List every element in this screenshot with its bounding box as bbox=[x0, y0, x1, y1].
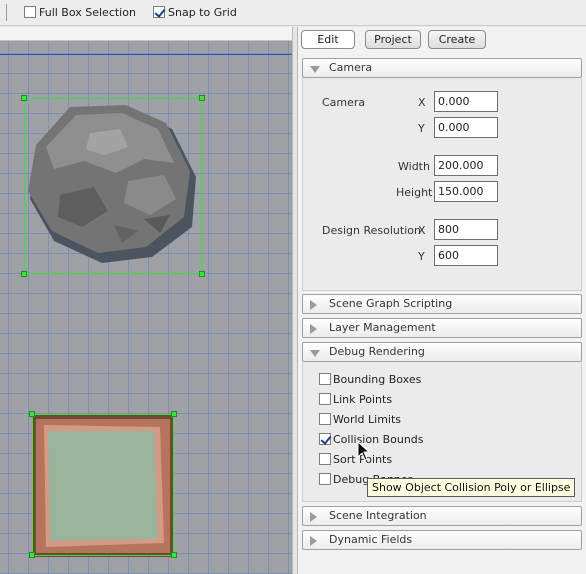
camera-y-field[interactable] bbox=[434, 117, 498, 138]
triangle-right-icon bbox=[310, 512, 317, 522]
canvas-header bbox=[0, 27, 292, 41]
checkbox-icon[interactable] bbox=[319, 433, 331, 445]
section-camera-header[interactable]: Camera bbox=[302, 58, 582, 78]
checkbox-icon[interactable] bbox=[24, 6, 36, 18]
full-box-selection-checkbox[interactable]: Full Box Selection bbox=[24, 5, 136, 19]
checkbox-icon[interactable] bbox=[319, 393, 331, 405]
link-points-label: Link Points bbox=[333, 392, 393, 406]
section-camera-body: Camera X Y Width Height Design Resolutio… bbox=[302, 78, 582, 291]
resolution-x-field[interactable] bbox=[434, 219, 498, 240]
triangle-down-icon bbox=[310, 350, 320, 357]
resize-handle-tl[interactable] bbox=[21, 95, 27, 101]
collision-bounds-label: Collision Bounds bbox=[333, 432, 424, 446]
toolbar-separator bbox=[6, 4, 7, 21]
camera-width-field[interactable] bbox=[434, 155, 498, 176]
resize-handle-bl[interactable] bbox=[29, 552, 35, 558]
mouse-pointer-icon bbox=[357, 441, 371, 461]
section-title: Scene Integration bbox=[329, 509, 427, 522]
section-title: Dynamic Fields bbox=[329, 533, 413, 546]
section-dynamic-fields-header[interactable]: Dynamic Fields bbox=[302, 530, 582, 550]
resolution-y-field[interactable] bbox=[434, 245, 498, 266]
camera-label: Camera bbox=[322, 96, 366, 109]
resize-handle-br[interactable] bbox=[171, 552, 177, 558]
resize-handle-bl[interactable] bbox=[21, 271, 27, 277]
snap-to-grid-checkbox[interactable]: Snap to Grid bbox=[153, 5, 237, 19]
bounding-boxes-label: Bounding Boxes bbox=[333, 372, 422, 386]
tile-selection-box bbox=[32, 414, 174, 556]
camera-x-field[interactable] bbox=[434, 91, 498, 112]
camera-y-label: Y bbox=[418, 122, 425, 135]
link-points-checkbox[interactable]: Link Points bbox=[319, 392, 392, 406]
tab-edit[interactable]: Edit bbox=[301, 30, 355, 49]
resize-handle-tl[interactable] bbox=[29, 411, 35, 417]
rock-selection-box bbox=[24, 98, 202, 274]
resolution-y-label: Y bbox=[418, 250, 425, 263]
camera-height-label: Height bbox=[396, 186, 433, 199]
sort-points-checkbox[interactable]: Sort Points bbox=[319, 452, 392, 466]
bounding-boxes-checkbox[interactable]: Bounding Boxes bbox=[319, 372, 421, 386]
camera-x-label: X bbox=[418, 96, 426, 109]
resize-handle-br[interactable] bbox=[199, 271, 205, 277]
resize-handle-tr[interactable] bbox=[171, 411, 177, 417]
checkbox-icon[interactable] bbox=[153, 6, 165, 18]
tooltip: Show Object Collision Poly or Ellipse bbox=[367, 478, 576, 497]
resize-handle-tr[interactable] bbox=[199, 95, 205, 101]
triangle-down-icon bbox=[310, 66, 320, 73]
checkbox-icon[interactable] bbox=[319, 453, 331, 465]
checkbox-icon[interactable] bbox=[319, 373, 331, 385]
tab-project[interactable]: Project bbox=[365, 30, 421, 49]
triangle-right-icon bbox=[310, 536, 317, 546]
tab-create[interactable]: Create bbox=[428, 30, 486, 49]
world-limit-line bbox=[0, 54, 292, 55]
section-title: Camera bbox=[329, 61, 373, 74]
section-scene-graph-scripting-header[interactable]: Scene Graph Scripting bbox=[302, 294, 582, 314]
snap-to-grid-label: Snap to Grid bbox=[168, 5, 237, 19]
section-title: Debug Rendering bbox=[329, 345, 425, 358]
design-resolution-label: Design Resolution bbox=[322, 224, 421, 237]
section-title: Layer Management bbox=[329, 321, 436, 334]
scene-canvas[interactable] bbox=[0, 27, 292, 574]
triangle-right-icon bbox=[310, 300, 317, 310]
world-limits-label: World Limits bbox=[333, 412, 402, 426]
world-limits-checkbox[interactable]: World Limits bbox=[319, 412, 401, 426]
camera-height-field[interactable] bbox=[434, 181, 498, 202]
checkbox-icon[interactable] bbox=[319, 473, 331, 485]
section-layer-management-header[interactable]: Layer Management bbox=[302, 318, 582, 338]
collision-bounds-checkbox[interactable]: Collision Bounds bbox=[319, 432, 424, 446]
resolution-x-label: X bbox=[418, 224, 426, 237]
checkbox-icon[interactable] bbox=[319, 413, 331, 425]
camera-width-label: Width bbox=[398, 160, 430, 173]
top-toolbar: Full Box Selection Snap to Grid bbox=[0, 0, 586, 26]
triangle-right-icon bbox=[310, 324, 317, 334]
section-title: Scene Graph Scripting bbox=[329, 297, 453, 310]
section-scene-integration-header[interactable]: Scene Integration bbox=[302, 506, 582, 526]
section-debug-rendering-header[interactable]: Debug Rendering bbox=[302, 342, 582, 362]
full-box-selection-label: Full Box Selection bbox=[39, 5, 136, 19]
